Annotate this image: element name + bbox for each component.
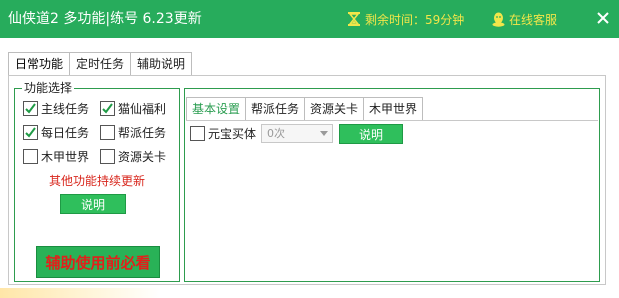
checkmark-icon [102,103,113,114]
option-label: 资源关卡 [118,150,167,164]
option-guild-quest[interactable]: 帮派任务 [100,124,166,141]
checkbox[interactable] [100,101,115,116]
purchase-count-select[interactable]: 0次 [261,124,333,143]
tab-resource-stage[interactable]: 资源关卡 [305,97,365,121]
tab-scheduled-tasks[interactable]: 定时任务 [70,52,132,76]
checkmark-icon [25,127,36,138]
more-features-note: 其他功能持续更新 [48,174,145,188]
checkbox[interactable] [23,125,38,140]
remaining-time-text: 剩余时间：59分钟 [365,12,465,27]
settings-explain-button[interactable]: 说明 [339,124,403,144]
checkbox[interactable] [23,101,38,116]
option-label: 主线任务 [41,102,90,116]
purchase-count-value: 0次 [267,127,285,140]
option-resource-stage[interactable]: 资源关卡 [100,148,166,165]
hourglass-icon [348,12,360,26]
close-button[interactable] [594,9,612,27]
tab-wooden-world[interactable]: 木甲世界 [364,97,424,121]
tab-guild-quest[interactable]: 帮派任务 [246,97,306,121]
main-tabs: 日常功能 定时任务 辅助说明 [8,52,193,76]
online-support-link[interactable]: 在线客服 [492,11,557,27]
explain-button[interactable]: 说明 [60,194,126,214]
checkbox[interactable] [190,126,205,141]
checkbox[interactable] [100,149,115,164]
online-support-text[interactable]: 在线客服 [509,11,557,28]
option-label: 元宝买体 [208,127,257,141]
tab-basic-settings[interactable]: 基本设置 [186,97,247,121]
option-label: 帮派任务 [118,126,167,140]
title-bar: 仙侠道2 多功能|练号 6.23更新 剩余时间：59分钟 在线客服 [0,0,619,38]
function-select-legend: 功能选择 [22,80,75,96]
option-label: 木甲世界 [41,150,90,164]
settings-tabs-divider [186,120,598,121]
window-title: 仙侠道2 多功能|练号 6.23更新 [8,11,202,27]
penguin-icon [492,12,505,27]
tab-daily-functions[interactable]: 日常功能 [8,52,71,76]
option-yuanbao-stamina[interactable]: 元宝买体 [190,125,256,142]
option-wooden-world[interactable]: 木甲世界 [23,148,89,165]
option-label: 每日任务 [41,126,90,140]
checkbox[interactable] [23,149,38,164]
option-cat-welfare[interactable]: 猫仙福利 [100,100,166,117]
checkbox[interactable] [100,125,115,140]
option-daily-quest[interactable]: 每日任务 [23,124,89,141]
settings-tabs: 基本设置 帮派任务 资源关卡 木甲世界 [186,97,424,121]
chevron-down-icon [320,131,328,136]
option-label: 猫仙福利 [118,102,167,116]
option-main-quest[interactable]: 主线任务 [23,100,89,117]
window-body: 日常功能 定时任务 辅助说明 功能选择 主线任务 猫仙福利 每日任务 帮派任务 … [0,38,619,298]
checkmark-icon [25,103,36,114]
must-read-button[interactable]: 辅助使用前必看 [36,246,160,278]
close-icon [597,12,609,24]
tab-help[interactable]: 辅助说明 [131,52,193,76]
bottom-decoration [0,288,160,298]
remaining-time: 剩余时间：59分钟 [348,11,464,27]
